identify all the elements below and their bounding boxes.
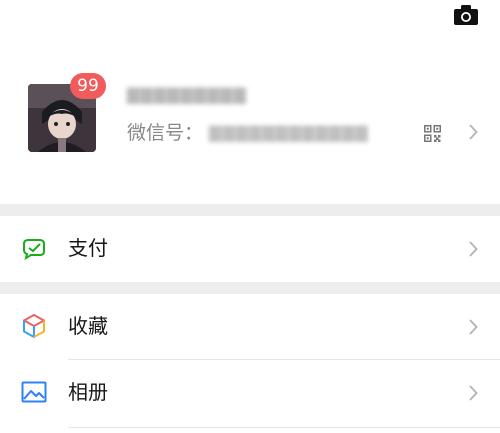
- menu-item-pay[interactable]: 支付: [0, 216, 500, 282]
- cube-icon: [21, 313, 47, 339]
- wechat-id-label: 微信号：: [127, 122, 204, 144]
- chevron-right-icon: [468, 241, 478, 257]
- menu-item-label: 相册: [68, 380, 108, 404]
- wallet-check-icon: [21, 235, 47, 261]
- menu-item-label: 支付: [68, 236, 108, 260]
- chevron-right-icon: [468, 124, 478, 140]
- row-separator: [68, 427, 500, 428]
- notification-badge: 99: [70, 73, 106, 99]
- wechat-id-row: 微信号： ▇▇▇▇▇▇▇▇▇▇▇▇: [127, 120, 369, 146]
- menu-item-album[interactable]: 相册: [0, 360, 500, 426]
- nickname: ▇▇▇▇▇▇▇▇▇: [127, 85, 247, 104]
- chevron-right-icon: [468, 385, 478, 401]
- image-icon: [21, 379, 47, 405]
- menu-item-favorites[interactable]: 收藏: [0, 294, 500, 360]
- menu-item-label: 收藏: [68, 314, 108, 338]
- qr-code-icon[interactable]: [424, 125, 441, 142]
- section-divider: [0, 282, 500, 294]
- section-divider: [0, 204, 500, 216]
- camera-icon: [454, 5, 478, 25]
- profile-card[interactable]: 99 ▇▇▇▇▇▇▇▇▇ 微信号： ▇▇▇▇▇▇▇▇▇▇▇▇: [0, 40, 500, 203]
- wechat-id-value: ▇▇▇▇▇▇▇▇▇▇▇▇: [209, 123, 369, 142]
- camera-button[interactable]: [454, 5, 478, 25]
- chevron-right-icon: [468, 319, 478, 335]
